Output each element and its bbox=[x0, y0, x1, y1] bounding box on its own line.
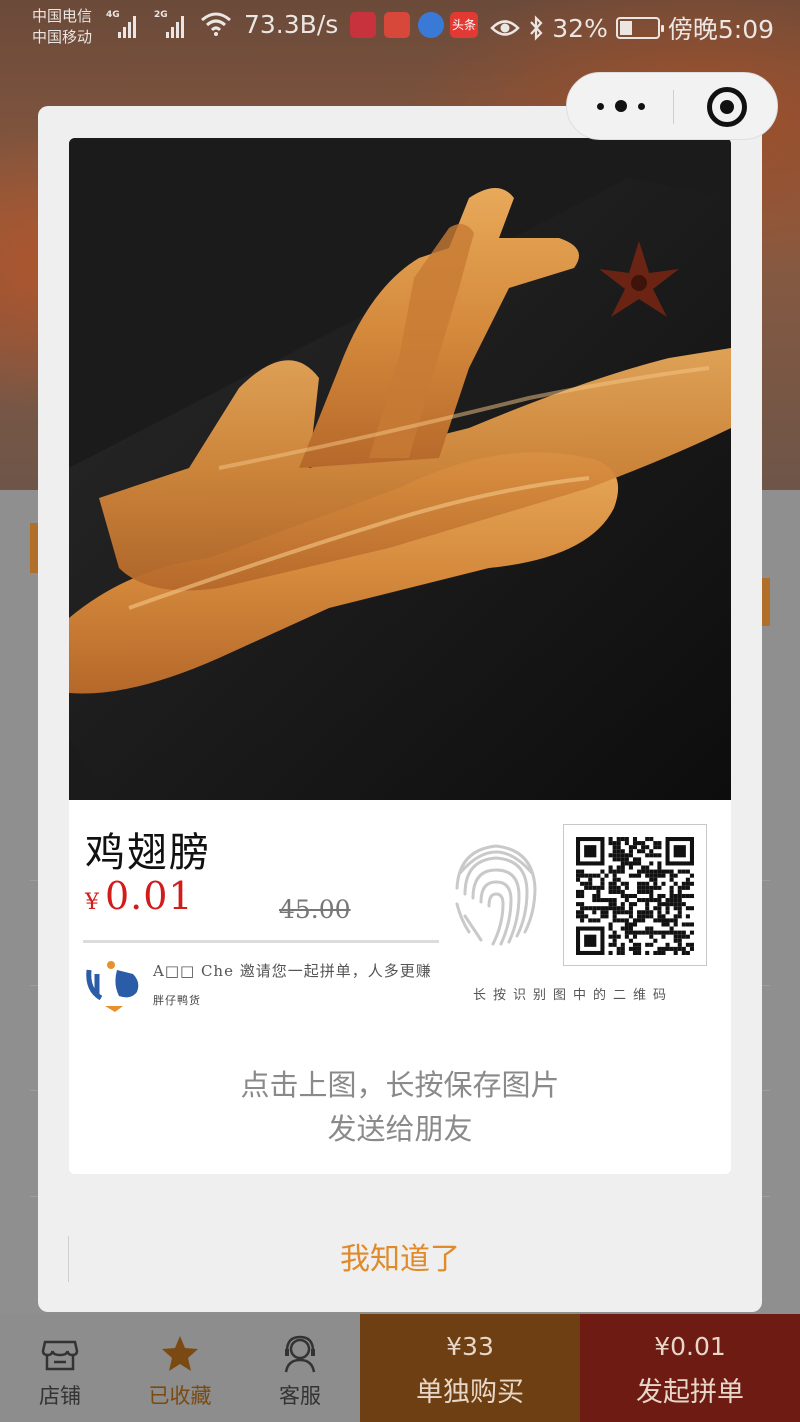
invite-text: A□□ Che 邀请您一起拼单，人多更赚 bbox=[153, 962, 432, 980]
got-it-button[interactable]: 我知道了 bbox=[68, 1210, 732, 1310]
carrier-2: 中国移动 bbox=[32, 28, 93, 46]
favorite-label: 已收藏 bbox=[148, 1384, 212, 1408]
single-label: 单独购买 bbox=[416, 1377, 524, 1408]
qr-hint: 长按识别图中的二维码 bbox=[473, 988, 674, 1003]
group-price: 0.01 bbox=[105, 874, 194, 918]
original-price: 45.00 bbox=[279, 895, 351, 924]
reader-app-icon bbox=[384, 12, 410, 38]
qr-code-image bbox=[576, 837, 694, 955]
eye-icon bbox=[490, 20, 521, 36]
product-title: 鸡翅膀 bbox=[85, 830, 211, 876]
mini-program-capsule bbox=[566, 72, 778, 140]
single-price: ¥33 bbox=[446, 1332, 494, 1361]
group-label: 发起拼单 bbox=[636, 1377, 744, 1408]
signal-icon: 2G bbox=[154, 10, 194, 38]
more-dots-icon[interactable] bbox=[597, 99, 645, 113]
divider bbox=[83, 940, 439, 943]
start-group-buy-button[interactable]: ¥0.01 发起拼单 bbox=[580, 1314, 800, 1422]
battery-percent: 32% bbox=[552, 13, 608, 43]
carrier-info: 中国电信 中国移动 bbox=[32, 6, 92, 48]
network-speed: 73.3B/s bbox=[244, 10, 339, 39]
status-bar: 中国电信 中国移动 4G 2G 73.3B/s 头条 32% 傍晚5:09 bbox=[0, 0, 800, 56]
star-icon bbox=[162, 1336, 198, 1371]
currency-symbol: ¥ bbox=[85, 890, 99, 915]
qr-code[interactable] bbox=[563, 824, 707, 966]
clock: 傍晚5:09 bbox=[667, 15, 774, 44]
divider bbox=[673, 90, 674, 124]
bottom-action-bar: 店铺 已收藏 客服 ¥33 单独购买 ¥0.01 发起拼单 bbox=[0, 1314, 800, 1422]
customer-service-tab[interactable]: 客服 bbox=[240, 1314, 360, 1422]
store-icon bbox=[41, 1340, 79, 1371]
shop-name: 胖仔鸭货 bbox=[153, 994, 201, 1007]
buy-alone-button[interactable]: ¥33 单独购买 bbox=[360, 1314, 580, 1422]
save-tip-line-1: 点击上图，长按保存图片 bbox=[240, 1068, 560, 1102]
chat-app-icon bbox=[418, 12, 444, 38]
battery-icon bbox=[615, 17, 664, 39]
carrier-1: 中国电信 bbox=[32, 7, 93, 25]
huawei-app-icon bbox=[350, 12, 376, 38]
shop-logo bbox=[86, 961, 139, 1012]
target-close-icon[interactable] bbox=[707, 87, 747, 127]
bluetooth-icon bbox=[530, 15, 543, 41]
headset-icon bbox=[284, 1335, 316, 1373]
fingerprint-icon bbox=[455, 844, 537, 946]
store-tab[interactable]: 店铺 bbox=[0, 1314, 120, 1422]
group-price: ¥0.01 bbox=[654, 1332, 726, 1361]
store-label: 店铺 bbox=[39, 1384, 81, 1408]
signal-icon: 4G bbox=[106, 10, 146, 38]
product-photo bbox=[69, 138, 731, 800]
save-tip-line-2: 发送给朋友 bbox=[327, 1112, 473, 1146]
share-poster-modal: 鸡翅膀 ¥ 0.01 45.00 A□□ Che 邀请您一起拼单，人多更赚 胖仔… bbox=[38, 106, 762, 1312]
wifi-icon bbox=[201, 12, 231, 36]
service-label: 客服 bbox=[279, 1384, 321, 1408]
news-app-icon: 头条 bbox=[450, 12, 478, 38]
status-right: 32% 傍晚5:09 bbox=[490, 10, 774, 46]
share-poster[interactable]: 鸡翅膀 ¥ 0.01 45.00 A□□ Che 邀请您一起拼单，人多更赚 胖仔… bbox=[69, 138, 731, 1174]
favorite-tab[interactable]: 已收藏 bbox=[120, 1314, 240, 1422]
